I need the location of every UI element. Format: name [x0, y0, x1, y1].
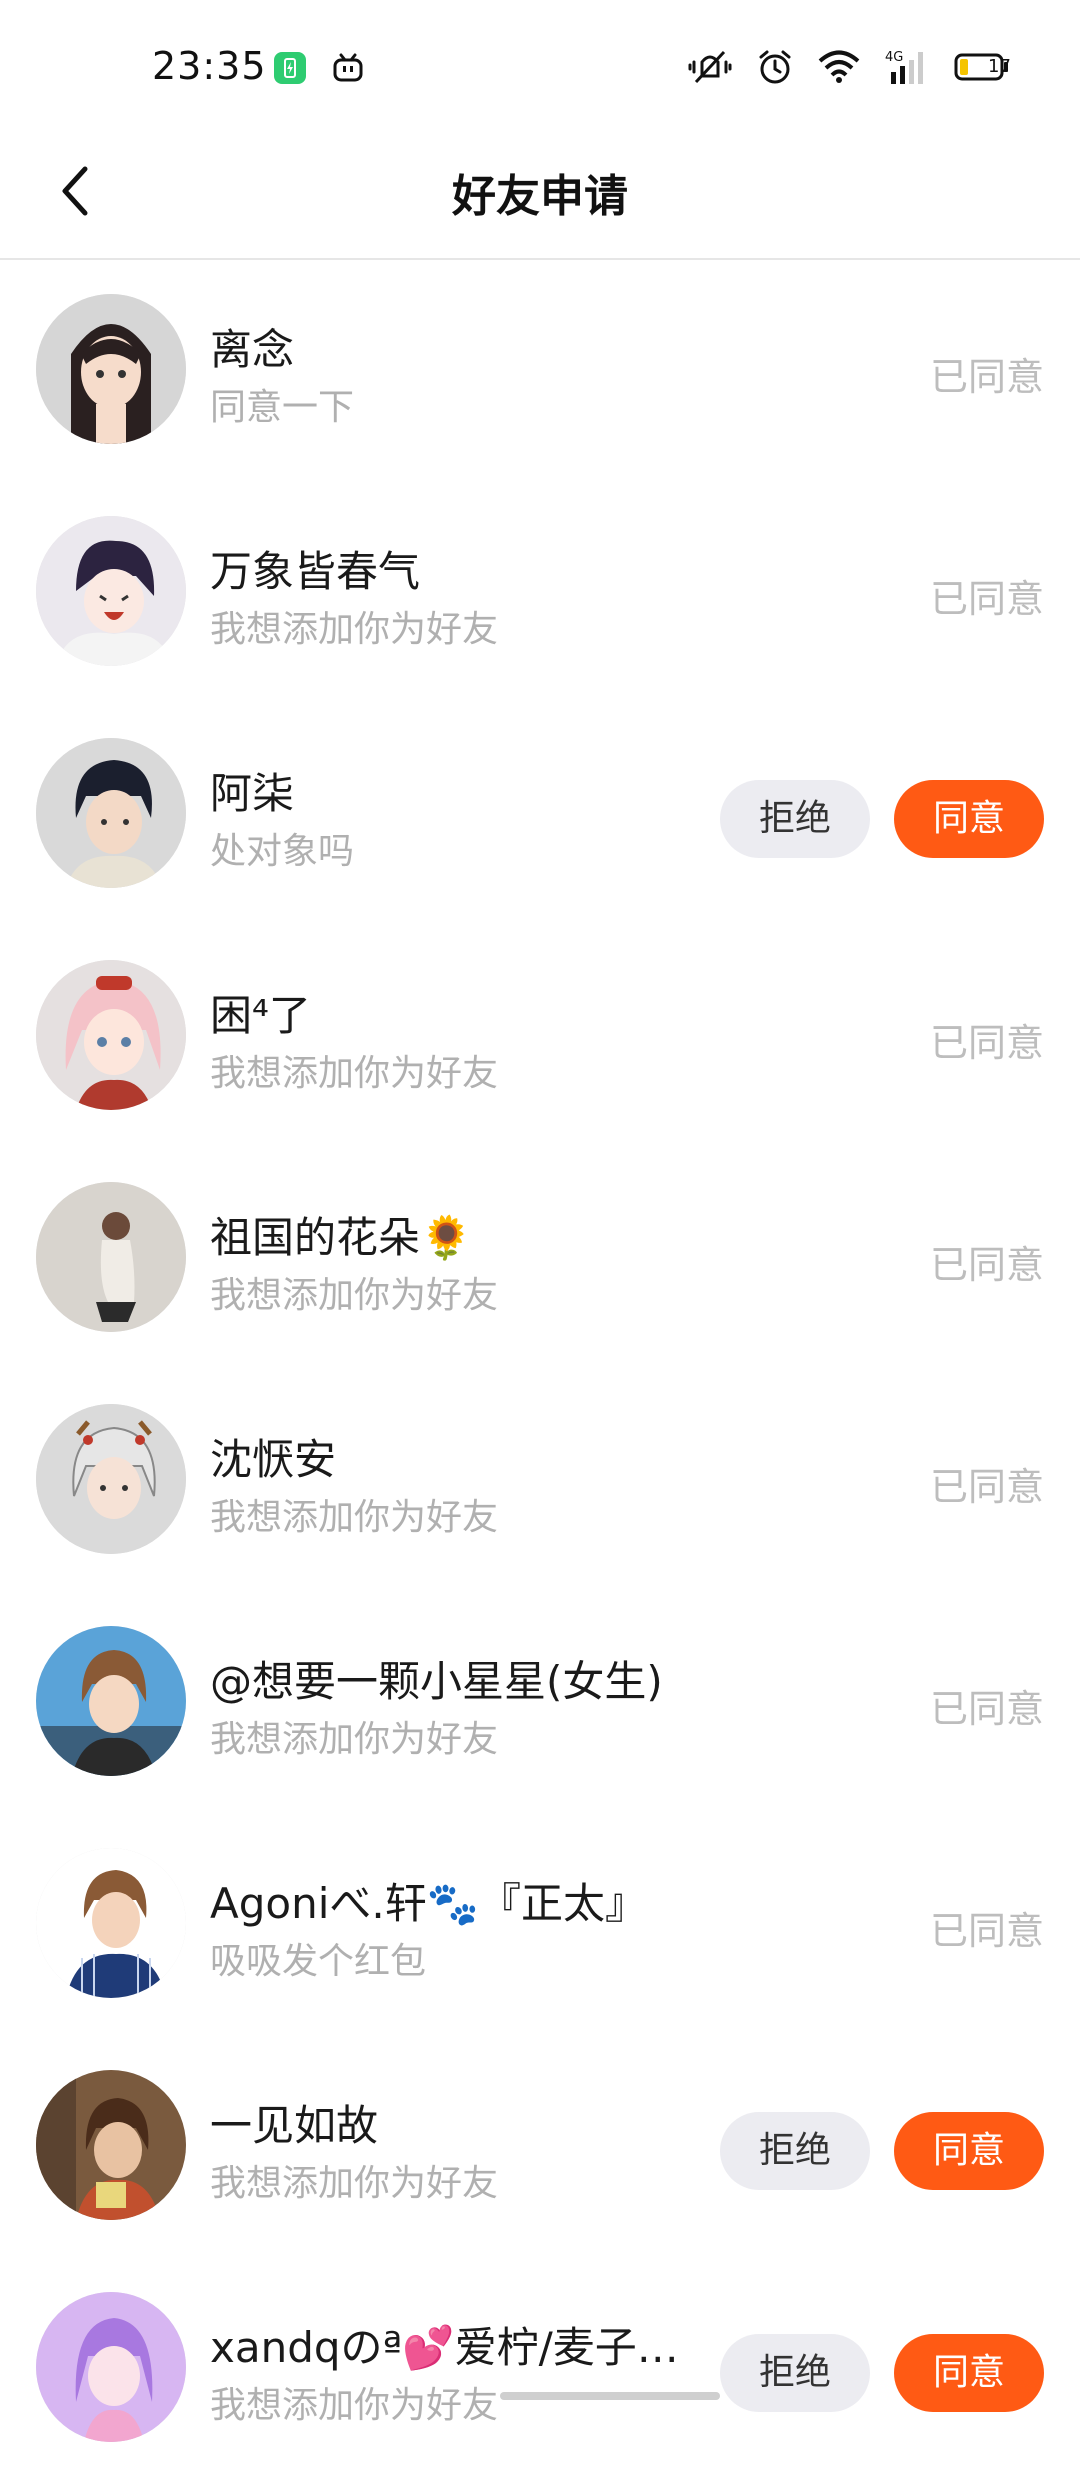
request-name: 沈恹安	[210, 1426, 336, 1487]
request-message: 我想添加你为好友	[210, 1710, 498, 1762]
reject-button[interactable]: 拒绝	[720, 780, 870, 858]
battery-icon: 17	[954, 52, 1010, 86]
vibrate-mute-icon	[688, 48, 732, 90]
signal-4g-icon: 4G	[885, 48, 929, 90]
avatar[interactable]	[36, 2292, 186, 2442]
request-message: 我想添加你为好友	[210, 1044, 498, 1096]
request-row[interactable]: 祖国的花朵🌻 我想添加你为好友 已同意	[0, 1146, 1080, 1368]
request-name: @想要一颗小星星(女生)	[210, 1648, 663, 1709]
request-row[interactable]: xandqのª💕爱柠/麦子… 我想添加你为好友 拒绝 同意	[0, 2256, 1080, 2478]
agreed-status: 已同意	[930, 1012, 1044, 1067]
page-title: 好友申请	[0, 160, 1080, 224]
avatar[interactable]	[36, 1404, 186, 1554]
request-name: xandqのª💕爱柠/麦子…	[210, 2314, 679, 2375]
request-name: 阿柒	[210, 760, 294, 821]
avatar[interactable]	[36, 1848, 186, 1998]
request-row[interactable]: Agoniべ.轩🐾『正太』 吸吸发个红包 已同意	[0, 1812, 1080, 2034]
reject-button[interactable]: 拒绝	[720, 2334, 870, 2412]
wifi-icon	[818, 50, 860, 88]
request-name: Agoniべ.轩🐾『正太』	[210, 1870, 647, 1931]
agreed-status: 已同意	[930, 568, 1044, 623]
request-message: 同意一下	[210, 378, 354, 430]
request-row[interactable]: 离念 同意一下 已同意	[0, 258, 1080, 480]
request-message: 我想添加你为好友	[210, 600, 498, 652]
accept-button[interactable]: 同意	[894, 780, 1044, 858]
tv-app-icon	[331, 51, 365, 89]
request-message: 吸吸发个红包	[210, 1932, 426, 1984]
svg-text:4G: 4G	[885, 50, 903, 65]
reject-button[interactable]: 拒绝	[720, 2112, 870, 2190]
avatar[interactable]	[36, 738, 186, 888]
status-time: 23:35	[152, 44, 267, 88]
avatar[interactable]	[36, 2070, 186, 2220]
accept-button[interactable]: 同意	[894, 2112, 1044, 2190]
request-message: 我想添加你为好友	[210, 1488, 498, 1540]
request-row[interactable]: 阿柒 处对象吗 拒绝 同意	[0, 702, 1080, 924]
avatar[interactable]	[36, 1626, 186, 1776]
request-name: 万象皆春气	[210, 538, 420, 599]
request-row[interactable]: 沈恹安 我想添加你为好友 已同意	[0, 1368, 1080, 1590]
battery-level: 17	[988, 56, 1011, 77]
avatar[interactable]	[36, 294, 186, 444]
agreed-status: 已同意	[930, 1900, 1044, 1955]
avatar[interactable]	[36, 516, 186, 666]
header: 好友申请	[0, 130, 1080, 260]
request-row[interactable]: 万象皆春气 我想添加你为好友 已同意	[0, 480, 1080, 702]
request-message: 我想添加你为好友	[210, 2154, 498, 2206]
alarm-icon	[757, 49, 793, 89]
status-bar: 23:35 4G 17	[0, 0, 1080, 130]
agreed-status: 已同意	[930, 1678, 1044, 1733]
avatar[interactable]	[36, 1182, 186, 1332]
battery-saver-app-icon	[272, 50, 308, 90]
request-row[interactable]: 困⁴了 我想添加你为好友 已同意	[0, 924, 1080, 1146]
gesture-bar[interactable]	[500, 2392, 720, 2400]
agreed-status: 已同意	[930, 1456, 1044, 1511]
status-left-icons	[272, 50, 365, 90]
request-row[interactable]: @想要一颗小星星(女生) 我想添加你为好友 已同意	[0, 1590, 1080, 1812]
request-row[interactable]: 一见如故 我想添加你为好友 拒绝 同意	[0, 2034, 1080, 2256]
request-message: 我想添加你为好友	[210, 2376, 498, 2428]
status-right-icons: 4G 17	[668, 48, 1010, 88]
request-message: 我想添加你为好友	[210, 1266, 498, 1318]
accept-button[interactable]: 同意	[894, 2334, 1044, 2412]
agreed-status: 已同意	[930, 1234, 1044, 1289]
request-name: 祖国的花朵🌻	[210, 1204, 472, 1265]
friend-request-list: 离念 同意一下 已同意 万象皆春气 我想添加你为好友 已同意 阿柒 处对象吗 拒…	[0, 258, 1080, 2478]
avatar[interactable]	[36, 960, 186, 1110]
agreed-status: 已同意	[930, 346, 1044, 401]
request-message: 处对象吗	[210, 822, 354, 874]
request-name: 离念	[210, 316, 294, 377]
request-name: 一见如故	[210, 2092, 378, 2153]
request-name: 困⁴了	[210, 982, 311, 1043]
